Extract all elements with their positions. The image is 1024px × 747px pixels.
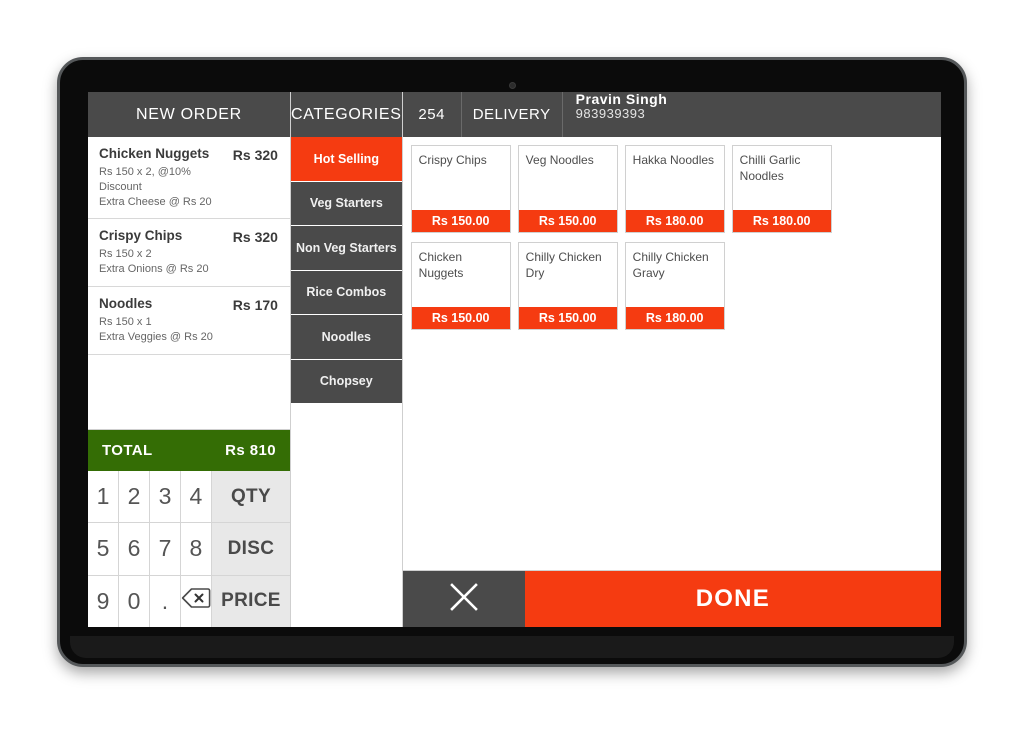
product-name: Chilly Chicken Gravy: [632, 250, 709, 280]
category-item-rice-combos[interactable]: Rice Combos: [290, 270, 402, 315]
categories-panel: CATEGORIES Hot Selling Veg Starters Non …: [290, 92, 403, 627]
product-price: Rs 180.00: [625, 307, 724, 329]
category-item-non-veg-starters[interactable]: Non Veg Starters: [290, 226, 402, 271]
product-name: Chicken Nuggets: [418, 250, 464, 280]
product-price: Rs 180.00: [625, 210, 724, 232]
order-panel: NEW ORDER Chicken Nuggets Rs 150 x 2, @1…: [88, 92, 291, 627]
product-name: Crispy Chips: [418, 153, 487, 167]
order-item-name: Noodles: [99, 295, 153, 311]
product-name: Hakka Noodles: [632, 153, 715, 167]
order-item-detail-line-2: Extra Veggies @ Rs 20: [99, 330, 213, 343]
key-7[interactable]: 7: [149, 523, 181, 575]
key-8[interactable]: 8: [180, 523, 212, 575]
products-panel: 254 DELIVERY Pravin Singh 983939393 Cris…: [402, 92, 941, 627]
category-item-noodles[interactable]: Noodles: [290, 315, 402, 360]
pos-app-screen: NEW ORDER Chicken Nuggets Rs 150 x 2, @1…: [88, 92, 941, 627]
product-price: Rs 150.00: [518, 210, 617, 232]
order-total-bar: TOTAL Rs 810: [88, 430, 290, 471]
product-name: Chilli Garlic Noodles: [739, 153, 801, 183]
order-item-details: Crispy Chips Rs 150 x 2 Extra Onions @ R…: [99, 228, 225, 277]
order-info-header: 254 DELIVERY Pravin Singh 983939393: [402, 92, 941, 137]
key-1[interactable]: 1: [88, 471, 119, 523]
price-button[interactable]: PRICE: [211, 575, 290, 627]
product-price: Rs 150.00: [411, 210, 510, 232]
order-item-price: Rs 170: [232, 296, 278, 313]
order-item-detail-line-1: Rs 150 x 2: [99, 248, 152, 261]
order-item-detail-line-2: Extra Cheese @ Rs 20: [99, 195, 212, 208]
backspace-icon: [181, 587, 211, 615]
tablet-device-frame: NEW ORDER Chicken Nuggets Rs 150 x 2, @1…: [57, 57, 967, 667]
customer-phone: 983939393: [575, 105, 646, 121]
product-card[interactable]: Chilly Chicken Dry Rs 150.00: [517, 242, 618, 330]
product-card[interactable]: Chilli Garlic Noodles Rs 180.00: [731, 145, 832, 233]
categories-panel-title: CATEGORIES: [290, 92, 402, 137]
product-name: Veg Noodles: [525, 153, 594, 167]
close-x-icon: [444, 577, 484, 622]
camera-dot-icon: [508, 82, 516, 89]
order-item-details: Noodles Rs 150 x 1 Extra Veggies @ Rs 20: [99, 296, 225, 345]
order-item-name: Crispy Chips: [99, 228, 183, 244]
category-item-chopsey[interactable]: Chopsey: [290, 359, 402, 404]
total-value: Rs 810: [225, 442, 276, 459]
product-card[interactable]: Hakka Noodles Rs 180.00: [624, 145, 725, 233]
keypad-row: 9 0 . PRICE: [88, 575, 290, 627]
qty-button[interactable]: QTY: [211, 471, 290, 523]
disc-button[interactable]: DISC: [211, 523, 290, 575]
key-decimal-point[interactable]: .: [149, 575, 181, 627]
numeric-keypad: 1 2 3 4 QTY 5 6 7 8 DISC 9 0 . PRICE: [88, 471, 290, 627]
total-label: TOTAL: [102, 442, 153, 459]
order-item-name: Chicken Nuggets: [99, 146, 210, 161]
categories-list: Hot Selling Veg Starters Non Veg Starter…: [290, 137, 402, 627]
key-0[interactable]: 0: [118, 575, 150, 627]
order-item-details: Chicken Nuggets Rs 150 x 2, @10% Discoun…: [99, 146, 225, 209]
product-card[interactable]: Veg Noodles Rs 150.00: [517, 145, 618, 233]
product-price: Rs 150.00: [518, 307, 617, 329]
order-item-row[interactable]: Chicken Nuggets Rs 150 x 2, @10% Discoun…: [88, 137, 290, 220]
order-number[interactable]: 254: [403, 92, 462, 137]
key-6[interactable]: 6: [118, 523, 150, 575]
customer-name: Pravin Singh: [575, 92, 668, 107]
product-card[interactable]: Chicken Nuggets Rs 150.00: [410, 242, 511, 330]
order-item-detail-line-1: Rs 150 x 1: [99, 315, 152, 328]
key-backspace[interactable]: [180, 575, 212, 627]
key-9[interactable]: 9: [88, 575, 119, 627]
cancel-button[interactable]: [402, 571, 525, 627]
product-price: Rs 150.00: [411, 307, 510, 329]
order-item-row[interactable]: Noodles Rs 150 x 1 Extra Veggies @ Rs 20…: [88, 287, 290, 355]
category-item-veg-starters[interactable]: Veg Starters: [290, 181, 402, 226]
order-panel-title: NEW ORDER: [88, 92, 290, 137]
products-grid: Crispy Chips Rs 150.00 Veg Noodles Rs 15…: [402, 137, 941, 570]
product-card[interactable]: Crispy Chips Rs 150.00: [410, 145, 511, 233]
order-item-price: Rs 320: [232, 229, 278, 246]
product-price: Rs 180.00: [732, 210, 831, 232]
order-item-price: Rs 320: [232, 147, 278, 163]
order-item-row[interactable]: Crispy Chips Rs 150 x 2 Extra Onions @ R…: [88, 219, 290, 287]
key-4[interactable]: 4: [180, 471, 212, 523]
done-button[interactable]: DONE: [524, 571, 941, 627]
keypad-row: 1 2 3 4 QTY: [88, 471, 290, 524]
device-bottom-bezel: [70, 636, 954, 658]
key-3[interactable]: 3: [149, 471, 181, 523]
product-name: Chilly Chicken Dry: [525, 250, 602, 280]
bottom-action-bar: DONE: [402, 570, 941, 627]
order-items-list[interactable]: Chicken Nuggets Rs 150 x 2, @10% Discoun…: [88, 137, 290, 430]
customer-info[interactable]: Pravin Singh 983939393: [563, 92, 941, 137]
category-item-hot-selling[interactable]: Hot Selling: [290, 137, 402, 182]
order-type-badge[interactable]: DELIVERY: [462, 92, 563, 137]
keypad-row: 5 6 7 8 DISC: [88, 523, 290, 576]
product-card[interactable]: Chilly Chicken Gravy Rs 180.00: [624, 242, 725, 330]
key-5[interactable]: 5: [88, 523, 119, 575]
order-item-detail-line-2: Extra Onions @ Rs 20: [99, 263, 209, 276]
key-2[interactable]: 2: [118, 471, 150, 523]
order-item-detail-line-1: Rs 150 x 2, @10% Discount: [99, 165, 191, 193]
